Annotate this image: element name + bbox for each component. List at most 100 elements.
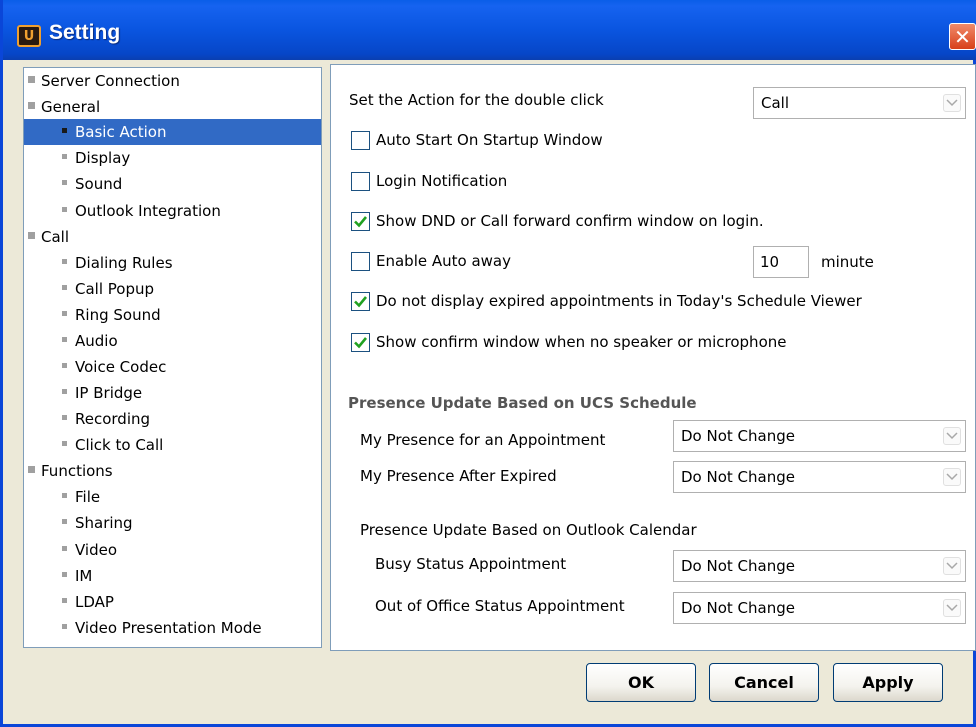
nav-item-dialing-rules[interactable]: Dialing Rules [24, 250, 173, 276]
nav-item-label: Sound [75, 175, 123, 193]
nav-item-video[interactable]: Video [24, 537, 117, 563]
bullet-icon [28, 466, 35, 473]
settings-nav-tree: Server Connection General Basic Action D… [23, 67, 322, 648]
dnd-confirm-checkbox[interactable] [351, 212, 370, 231]
bullet-icon [62, 572, 67, 577]
bullet-icon [28, 232, 35, 239]
nav-item-call-popup[interactable]: Call Popup [24, 276, 154, 302]
bullet-icon [62, 598, 67, 603]
nav-item-sound[interactable]: Sound [24, 171, 122, 197]
double-click-action-select[interactable]: Call [753, 87, 966, 119]
ok-button[interactable]: OK [586, 663, 696, 702]
bullet-icon [62, 337, 67, 342]
auto-away-checkbox[interactable] [351, 252, 370, 271]
expired-appointments-checkbox[interactable] [351, 292, 370, 311]
auto-away-minutes-field[interactable] [754, 247, 808, 277]
select-value: Do Not Change [681, 468, 795, 486]
bullet-icon [62, 259, 67, 264]
bullet-icon [62, 493, 67, 498]
appointment-presence-label: My Presence for an Appointment [360, 431, 606, 449]
bullet-icon [62, 415, 67, 420]
chevron-down-icon[interactable] [943, 468, 961, 486]
cancel-button[interactable]: Cancel [709, 663, 819, 702]
nav-item-label: Video [75, 541, 118, 559]
bullet-icon [62, 285, 67, 290]
select-value: Call [761, 94, 790, 112]
nav-item-sharing[interactable]: Sharing [24, 510, 133, 536]
nav-item-video-presentation-mode[interactable]: Video Presentation Mode [24, 615, 262, 641]
auto-away-label: Enable Auto away [376, 252, 511, 270]
bullet-icon [62, 363, 67, 368]
nav-item-call[interactable]: Call [24, 224, 69, 250]
after-expired-presence-select[interactable]: Do Not Change [673, 461, 966, 493]
nav-item-label: Display [75, 149, 131, 167]
nav-item-label: General [41, 98, 101, 116]
nav-item-server-connection[interactable]: Server Connection [24, 68, 180, 94]
bullet-icon [28, 76, 35, 83]
title-bar[interactable]: U Setting ✕ [3, 0, 976, 60]
bullet-icon [62, 311, 67, 316]
auto-start-checkbox[interactable] [351, 131, 370, 150]
login-notification-checkbox[interactable] [351, 172, 370, 191]
chevron-down-icon[interactable] [943, 94, 961, 112]
dnd-confirm-label: Show DND or Call forward confirm window … [376, 212, 764, 230]
settings-window: U Setting ✕ Server Connection General Ba… [0, 0, 976, 727]
bullet-icon [62, 154, 67, 159]
bullet-icon [62, 624, 67, 629]
chevron-down-icon[interactable] [943, 599, 961, 617]
nav-item-basic-action[interactable]: Basic Action [24, 119, 321, 145]
bullet-icon [28, 102, 35, 109]
bullet-icon [62, 180, 67, 185]
out-of-office-status-select[interactable]: Do Not Change [673, 592, 966, 624]
nav-item-ip-bridge[interactable]: IP Bridge [24, 380, 142, 406]
nav-item-label: Server Connection [41, 72, 180, 90]
nav-item-click-to-call[interactable]: Click to Call [24, 432, 163, 458]
nav-item-label: Dialing Rules [75, 254, 173, 272]
double-click-action-label: Set the Action for the double click [349, 91, 604, 109]
nav-item-label: Functions [41, 462, 113, 480]
outlook-calendar-section-title: Presence Update Based on Outlook Calenda… [360, 521, 697, 539]
nav-item-ring-sound[interactable]: Ring Sound [24, 302, 161, 328]
basic-action-panel: Set the Action for the double click Call… [330, 64, 976, 651]
nav-item-general[interactable]: General [24, 94, 100, 120]
nav-item-label: Outlook Integration [75, 202, 221, 220]
bullet-icon [62, 546, 67, 551]
app-logo-icon: U [17, 25, 41, 47]
no-speaker-label: Show confirm window when no speaker or m… [376, 333, 787, 351]
select-value: Do Not Change [681, 557, 795, 575]
select-value: Do Not Change [681, 599, 795, 617]
chevron-down-icon[interactable] [943, 427, 961, 445]
expired-appointments-label: Do not display expired appointments in T… [376, 292, 862, 310]
nav-item-label: Sharing [75, 514, 133, 532]
nav-item-display[interactable]: Display [24, 145, 130, 171]
nav-item-recording[interactable]: Recording [24, 406, 150, 432]
nav-item-ldap[interactable]: LDAP [24, 589, 114, 615]
no-speaker-checkbox[interactable] [351, 333, 370, 352]
bullet-icon [62, 207, 67, 212]
nav-item-outlook-integration[interactable]: Outlook Integration [24, 198, 221, 224]
apply-button[interactable]: Apply [833, 663, 943, 702]
nav-item-label: Voice Codec [75, 358, 167, 376]
nav-item-voice-codec[interactable]: Voice Codec [24, 354, 166, 380]
nav-item-audio[interactable]: Audio [24, 328, 118, 354]
nav-item-label: Recording [75, 410, 151, 428]
chevron-down-icon[interactable] [943, 557, 961, 575]
nav-item-label: Call [41, 228, 70, 246]
bullet-icon [62, 128, 67, 133]
close-button[interactable]: ✕ [949, 23, 976, 50]
nav-item-functions[interactable]: Functions [24, 458, 113, 484]
nav-item-label: Basic Action [75, 123, 167, 141]
auto-start-label: Auto Start On Startup Window [376, 131, 603, 149]
nav-item-label: LDAP [75, 593, 114, 611]
busy-status-label: Busy Status Appointment [375, 555, 567, 573]
nav-item-im[interactable]: IM [24, 563, 92, 589]
appointment-presence-select[interactable]: Do Not Change [673, 420, 966, 452]
nav-item-label: Call Popup [75, 280, 155, 298]
auto-away-minutes-input[interactable] [753, 246, 809, 278]
bullet-icon [62, 441, 67, 446]
after-expired-presence-label: My Presence After Expired [360, 467, 557, 485]
busy-status-select[interactable]: Do Not Change [673, 550, 966, 582]
nav-item-file[interactable]: File [24, 484, 100, 510]
out-of-office-status-label: Out of Office Status Appointment [375, 597, 625, 615]
nav-item-label: Click to Call [75, 436, 164, 454]
